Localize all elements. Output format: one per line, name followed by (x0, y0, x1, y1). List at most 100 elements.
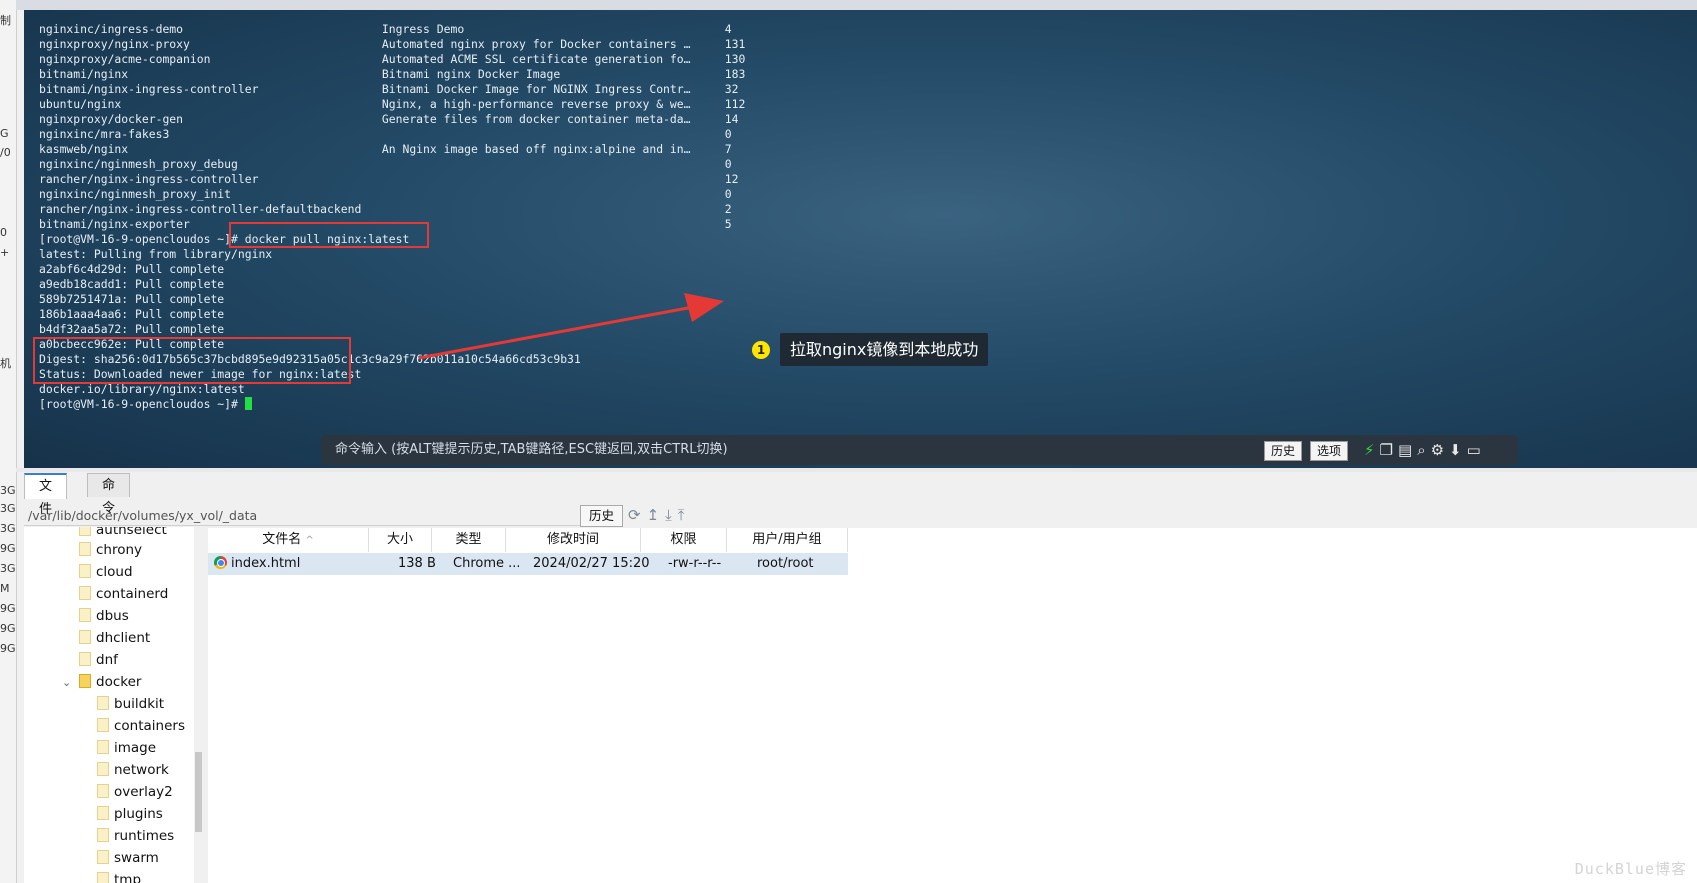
folder-icon (97, 850, 109, 864)
search-icon[interactable]: ⌕ (1417, 441, 1430, 459)
window-tab-bar (16, 0, 1697, 10)
flash-icon[interactable]: ⚡ (1364, 441, 1380, 459)
folder-icon (79, 608, 91, 622)
folder-icon (79, 652, 91, 666)
tree-item[interactable]: cloud (79, 562, 133, 582)
sort-asc-icon: ^ (305, 535, 314, 546)
tree-item[interactable]: plugins (97, 804, 163, 824)
tree-scrollbar[interactable] (194, 527, 203, 883)
tree-item[interactable]: tmp (97, 870, 141, 883)
history-button[interactable]: 历史 (1264, 441, 1303, 461)
tree-item[interactable]: authselect (79, 527, 167, 540)
folder-icon (79, 542, 91, 556)
tree-item-docker[interactable]: docker (79, 672, 141, 692)
strip-label: 3G (0, 562, 16, 575)
strip-label: 3G (0, 522, 16, 535)
folder-icon (97, 740, 109, 754)
folder-icon (79, 527, 91, 536)
tree-item[interactable]: chrony (79, 540, 142, 560)
annotation-arrow (418, 293, 724, 360)
tree-item[interactable]: network (97, 760, 169, 780)
left-sidebar-strip: 制 G /0 0 + 机 3G 3G 3G 9G 3G M 9G 9G 9G (0, 0, 17, 883)
folder-icon (97, 784, 109, 798)
strip-label: 9G (0, 622, 16, 635)
file-size-cell: 138 B (398, 556, 436, 571)
options-button[interactable]: 选项 (1310, 441, 1349, 461)
tree-item[interactable]: containers (97, 716, 185, 736)
download-icon[interactable]: ⤓ (665, 506, 678, 524)
strip-label: 机 (0, 357, 11, 370)
strip-label: G (0, 127, 9, 140)
file-table-header: 文件名 ^ 大小 类型 修改时间 权限 用户/用户组 (208, 528, 848, 552)
command-input[interactable]: 命令输入 (按ALT键提示历史,TAB键路径,ESC键返回,双击CTRL切换) (335, 435, 728, 465)
path-toolbar-icons: ⟳↥⤓⤒ (628, 505, 690, 525)
up-icon[interactable]: ↥ (647, 506, 666, 524)
refresh-icon[interactable]: ⟳ (628, 506, 647, 524)
chrome-file-icon (214, 556, 227, 569)
directory-tree: authselect chrony cloud containerd dbus … (24, 527, 194, 883)
path-bar: 历史 ⟳↥⤓⤒ (24, 505, 1697, 527)
window-icon[interactable]: ▭ (1467, 441, 1486, 459)
tree-item[interactable]: swarm (97, 848, 159, 868)
path-input[interactable] (24, 505, 587, 526)
file-name-cell: index.html (214, 553, 300, 575)
tree-item[interactable]: runtimes (97, 826, 174, 846)
folder-icon (97, 762, 109, 776)
strip-label: + (0, 246, 10, 259)
strip-label: 3G (0, 484, 16, 497)
table-row[interactable]: index.html 138 B Chrome ... 2024/02/27 1… (208, 553, 848, 575)
terminal-panel[interactable]: nginxinc/ingress-demo Ingress Demo 4 ngi… (24, 10, 1697, 468)
strip-label: 9G (0, 602, 16, 615)
copy-icon[interactable]: ❐ (1380, 441, 1398, 459)
strip-label: M (0, 582, 10, 595)
watermark: DuckBlue博客 (1574, 860, 1687, 878)
folder-icon (97, 828, 109, 842)
column-header-owner[interactable]: 用户/用户组 (727, 528, 848, 552)
column-header-type[interactable]: 类型 (432, 528, 506, 552)
file-list: 文件名 ^ 大小 类型 修改时间 权限 用户/用户组 index.html 13… (208, 528, 1697, 883)
folder-icon (79, 586, 91, 600)
tab-files[interactable]: 文件 (24, 473, 68, 517)
tree-item[interactable]: overlay2 (97, 782, 173, 802)
tree-item[interactable]: dhclient (79, 628, 150, 648)
column-header-size[interactable]: 大小 (369, 528, 432, 552)
strip-label: 9G (0, 642, 16, 655)
callout-label: 拉取nginx镜像到本地成功 (780, 333, 989, 366)
tree-item[interactable]: dbus (79, 606, 129, 626)
file-modified-cell: 2024/02/27 15:20 (533, 556, 650, 571)
chevron-down-icon[interactable]: ⌄ (62, 676, 71, 689)
tree-item[interactable]: image (97, 738, 156, 758)
folder-icon (97, 872, 109, 883)
command-toolbar-icons: ⚡❐▤⌕⚙⬇▭ (1364, 439, 1486, 461)
column-header-permissions[interactable]: 权限 (641, 528, 727, 552)
tree-item[interactable]: dnf (79, 650, 118, 670)
tree-scrollbar-thumb[interactable] (195, 752, 202, 832)
upload-icon[interactable]: ⤒ (678, 506, 691, 524)
folder-icon (97, 696, 109, 710)
download-icon[interactable]: ⬇ (1449, 441, 1467, 459)
strip-label: 9G (0, 542, 16, 555)
folder-icon (97, 806, 109, 820)
open-folder-icon (79, 674, 91, 688)
file-permissions-cell: -rw-r--r-- (668, 556, 722, 571)
tab-commands[interactable]: 命令 (87, 473, 131, 516)
folder-icon (97, 718, 109, 732)
panel-splitter[interactable] (16, 468, 1697, 472)
file-type-cell: Chrome ... (453, 556, 519, 571)
tree-item[interactable]: containerd (79, 584, 168, 604)
command-input-bar[interactable]: 命令输入 (按ALT键提示历史,TAB键路径,ESC键返回,双击CTRL切换) … (321, 435, 1518, 465)
path-history-button[interactable]: 历史 (580, 505, 624, 527)
strip-label: 3G (0, 502, 16, 515)
file-owner-cell: root/root (757, 556, 814, 571)
gear-icon[interactable]: ⚙ (1431, 441, 1449, 459)
column-header-name[interactable]: 文件名 ^ (208, 528, 369, 552)
callout-number-badge: 1 (752, 341, 770, 359)
strip-label: /0 (0, 146, 11, 159)
folder-icon (79, 564, 91, 578)
folder-icon (79, 630, 91, 644)
tree-item[interactable]: buildkit (97, 694, 164, 714)
paste-icon[interactable]: ▤ (1398, 441, 1417, 459)
strip-label: 0 (0, 226, 7, 239)
column-header-modified[interactable]: 修改时间 (506, 528, 641, 552)
strip-label: 制 (0, 14, 11, 27)
